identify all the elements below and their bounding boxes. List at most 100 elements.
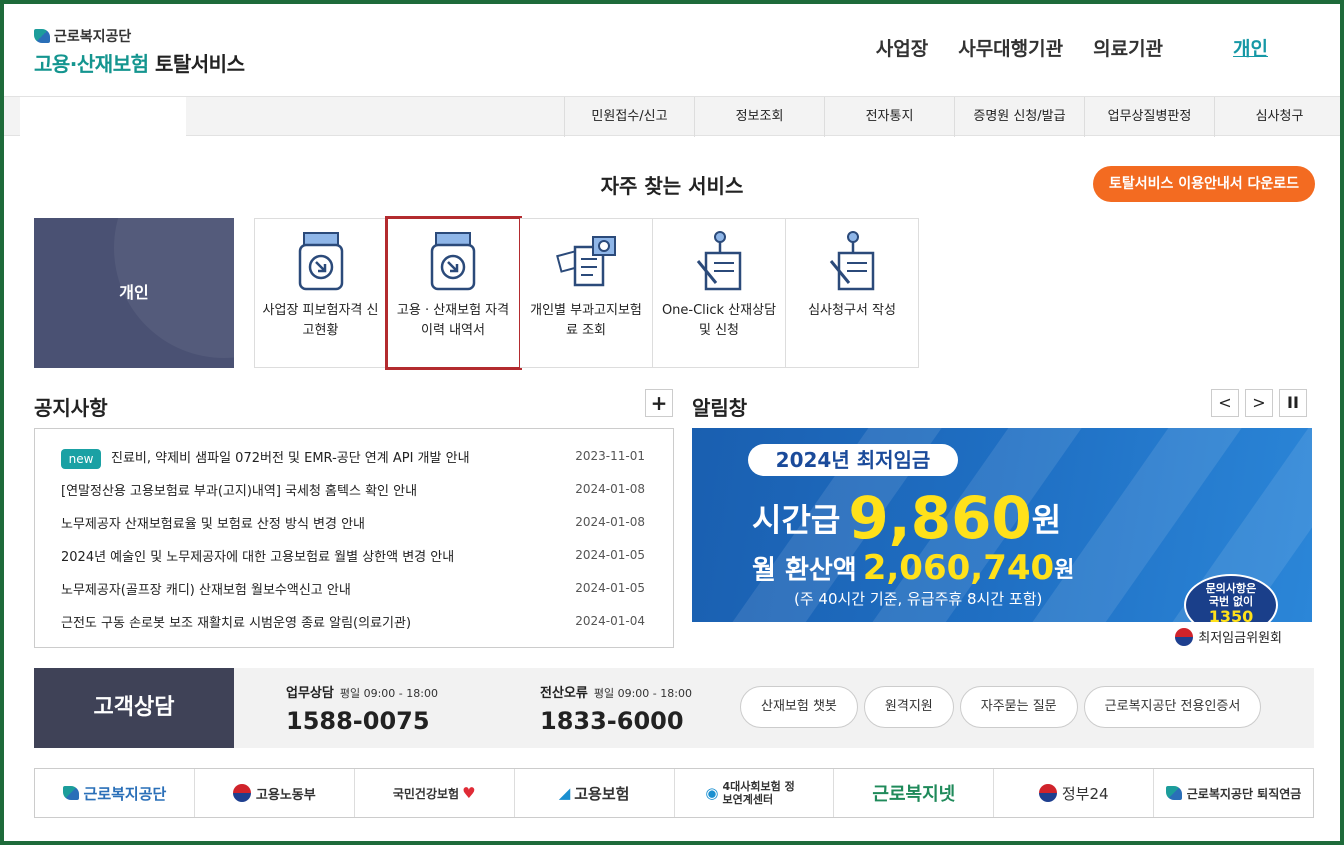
notice-text[interactable]: 노무제공자(골프장 캐디) 산재보험 월보수액신고 안내 [61, 579, 351, 598]
chatbot-button[interactable]: 산재보험 챗봇 [740, 686, 858, 728]
gnb-personal[interactable]: 개인 [1233, 34, 1268, 61]
logo-retirement-pension[interactable]: 근로복지공단 퇴직연금 [1153, 769, 1313, 817]
logo-text: 국민건강보험 [392, 786, 460, 801]
banner-year-pill: 2024년 최저임금 [748, 444, 958, 476]
it-error-number[interactable]: 1833-6000 [540, 707, 692, 735]
notice-date: 2023-11-01 [575, 449, 645, 463]
kcomwel-logo-icon [62, 786, 79, 800]
site-title-dark: 토탈서비스 [154, 52, 245, 76]
government-emblem-icon [1038, 784, 1057, 802]
banner-monthly: 월 환산액 2,060,740원 [752, 548, 1074, 588]
service-insurance-history[interactable]: 고용 · 산재보험 자격 이력 내역서 [385, 216, 522, 370]
logo-text: 근로복지공단 퇴직연금 [1186, 786, 1302, 801]
next-arrow-icon[interactable]: > [1245, 389, 1273, 417]
customer-service-label: 고객상담 [34, 668, 234, 748]
logo-text: 고용보험 [574, 784, 630, 803]
site-logo[interactable]: 근로복지공단 고용·산재보험 토탈서비스 [34, 26, 245, 77]
notice-date: 2024-01-08 [575, 482, 645, 496]
service-label: 고용 · 산재보험 자격 이력 내역서 [396, 303, 510, 338]
remote-support-button[interactable]: 원격지원 [863, 686, 954, 728]
logo-employment-insurance[interactable]: ◢ 고용보험 [513, 769, 674, 817]
notice-more-button[interactable]: + [645, 389, 673, 417]
service-review-form[interactable]: 심사청구서 작성 [786, 218, 919, 368]
inquiry-bubble: 문의사항은 국번 없이 1350 [1184, 574, 1278, 622]
ei-logo-icon: ◢ [558, 784, 571, 802]
menu-info-inquiry[interactable]: 정보조회 [694, 97, 824, 137]
work-consult-number[interactable]: 1588-0075 [286, 707, 438, 735]
service-premium-inquiry[interactable]: 개인별 부과고지보험료 조회 [520, 218, 653, 368]
logo-4insure[interactable]: ◉ 4대사회보험 정보연계센터 [673, 769, 834, 817]
banner-hourly: 시간급 9,860원 [752, 484, 1061, 552]
monthly-won: 원 [1054, 558, 1075, 583]
notice-item[interactable]: 근전도 구동 손로봇 보조 재활치료 시범운영 종료 알림(의료기관) 2024… [35, 606, 673, 639]
menu-review-request[interactable]: 심사청구 [1214, 97, 1340, 137]
service-workplace-insured-status[interactable]: 사업장 피보험자격 신고현황 [254, 218, 387, 368]
partner-logos: 근로복지공단 고용노동부 국민건강보험 ♥ ◢ 고용보험 ◉ 4대사회보험 정보연계센… [34, 768, 1314, 818]
logo-text: 근로복지공단 [83, 784, 167, 803]
main-menu-bar: 민원접수/신고 정보조회 전자통지 증명원 신청/발급 업무상질병판정 심사청구 [4, 96, 1340, 137]
pen-document-icon [696, 231, 742, 291]
menu-certificate[interactable]: 증명원 신청/발급 [954, 97, 1084, 137]
menu-civil-report[interactable]: 민원접수/신고 [564, 97, 694, 137]
hourly-value: 9,860 [848, 484, 1032, 552]
notice-text[interactable]: 진료비, 약제비 샘파일 072버전 및 EMR-공단 연계 API 개발 안내 [111, 451, 470, 466]
menu-e-notice[interactable]: 전자통지 [824, 97, 954, 137]
monthly-label: 월 환산액 [752, 555, 857, 586]
customer-service-bar: 고객상담 업무상담 평일 09:00 - 18:00 1588-0075 전산오류… [34, 668, 1314, 748]
notice-text[interactable]: 노무제공자 산재보험료율 및 보험료 산정 방식 변경 안내 [61, 513, 365, 532]
logo-text: 근로복지넷 [872, 784, 956, 805]
4insure-logo-icon: ◉ [705, 784, 719, 802]
kcomwel-logo-icon [1165, 786, 1182, 800]
logo-text: 정부24 [1061, 784, 1109, 803]
pause-icon[interactable]: II [1279, 389, 1307, 417]
notice-item[interactable]: 노무제공자 산재보험료율 및 보험료 산정 방식 변경 안내 2024-01-0… [35, 507, 673, 540]
banner-source-bar: 최저임금위원회 [692, 622, 1312, 648]
customer-service-buttons: 산재보험 챗봇 원격지원 자주묻는 질문 근로복지공단 전용인증서 [740, 686, 1262, 728]
gnb-medical[interactable]: 의료기관 [1093, 34, 1163, 61]
logo-welfare-net[interactable]: 근로복지넷 [833, 769, 993, 817]
notice-text[interactable]: 근전도 구동 손로봇 보조 재활치료 시범운영 종료 알림(의료기관) [61, 612, 411, 631]
document-download-icon [430, 232, 476, 291]
logo-text: 고용노동부 [255, 787, 316, 803]
gnb-agency[interactable]: 사무대행기관 [958, 34, 1063, 61]
menu-disease-judgment[interactable]: 업무상질병판정 [1084, 97, 1214, 137]
guide-download-button[interactable]: 토탈서비스 이용안내서 다운로드 [1093, 166, 1315, 202]
logo-moel[interactable]: 고용노동부 [193, 769, 354, 817]
global-nav: 사업장 사무대행기관 의료기관 개인 [876, 34, 1268, 61]
banner-source: 최저임금위원회 [1198, 631, 1282, 646]
bubble-line1: 문의사항은 [1205, 582, 1257, 595]
personal-category-label: 개인 [119, 283, 149, 302]
hourly-won: 원 [1031, 501, 1062, 539]
notice-item[interactable]: 노무제공자(골프장 캐디) 산재보험 월보수액신고 안내 2024-01-05 [35, 573, 673, 606]
notice-text[interactable]: [연말정산용 고용보험료 부과(고지)내역] 국세청 홈텍스 확인 안내 [61, 480, 417, 499]
certificate-button[interactable]: 근로복지공단 전용인증서 [1083, 686, 1262, 728]
bubble-number: 1350 [1208, 607, 1254, 623]
faq-button[interactable]: 자주묻는 질문 [959, 686, 1078, 728]
it-error-consult: 전산오류 평일 09:00 - 18:00 1833-6000 [540, 682, 692, 735]
logo-text: 4대사회보험 정보연계센터 [722, 780, 795, 806]
notice-item[interactable]: 2024년 예술인 및 노무제공자에 대한 고용보험료 월별 상한액 변경 안내… [35, 540, 673, 573]
notice-item[interactable]: [연말정산용 고용보험료 부과(고지)내역] 국세청 홈텍스 확인 안내 202… [35, 474, 673, 507]
notice-date: 2024-01-04 [575, 614, 645, 628]
menu-home-tab[interactable] [20, 97, 186, 137]
minimum-wage-banner[interactable]: 2024년 최저임금 시간급 9,860원 월 환산액 2,060,740원 (주 … [692, 428, 1312, 622]
org-name: 근로복지공단 [54, 29, 132, 45]
notice-list: new 진료비, 약제비 샘파일 072버전 및 EMR-공단 연계 API 개발… [34, 428, 674, 648]
gnb-workplace[interactable]: 사업장 [876, 34, 928, 61]
notice-date: 2024-01-05 [575, 581, 645, 595]
document-search-icon [556, 236, 616, 287]
notice-item[interactable]: new 진료비, 약제비 샘파일 072버전 및 EMR-공단 연계 API 개발… [35, 441, 673, 474]
prev-arrow-icon[interactable]: < [1211, 389, 1239, 417]
page-frame: 근로복지공단 고용·산재보험 토탈서비스 사업장 사무대행기관 의료기관 개인 … [0, 0, 1344, 845]
personal-category-box: 개인 [34, 218, 234, 368]
notice-title: 공지사항 [34, 396, 108, 420]
government-emblem-icon [1175, 627, 1194, 646]
notice-text[interactable]: 2024년 예술인 및 노무제공자에 대한 고용보험료 월별 상한액 변경 안내 [61, 546, 454, 565]
work-consult-time: 평일 09:00 - 18:00 [339, 687, 438, 700]
service-one-click-consult[interactable]: One-Click 산재상담 및 신청 [653, 218, 786, 368]
service-label: 개인별 부과고지보험료 조회 [530, 303, 642, 338]
logo-kcomwel[interactable]: 근로복지공단 [35, 769, 194, 817]
service-label: 사업장 피보험자격 신고현황 [262, 303, 379, 338]
logo-nhis[interactable]: 국민건강보험 ♥ [353, 769, 514, 817]
logo-gov24[interactable]: 정부24 [993, 769, 1153, 817]
